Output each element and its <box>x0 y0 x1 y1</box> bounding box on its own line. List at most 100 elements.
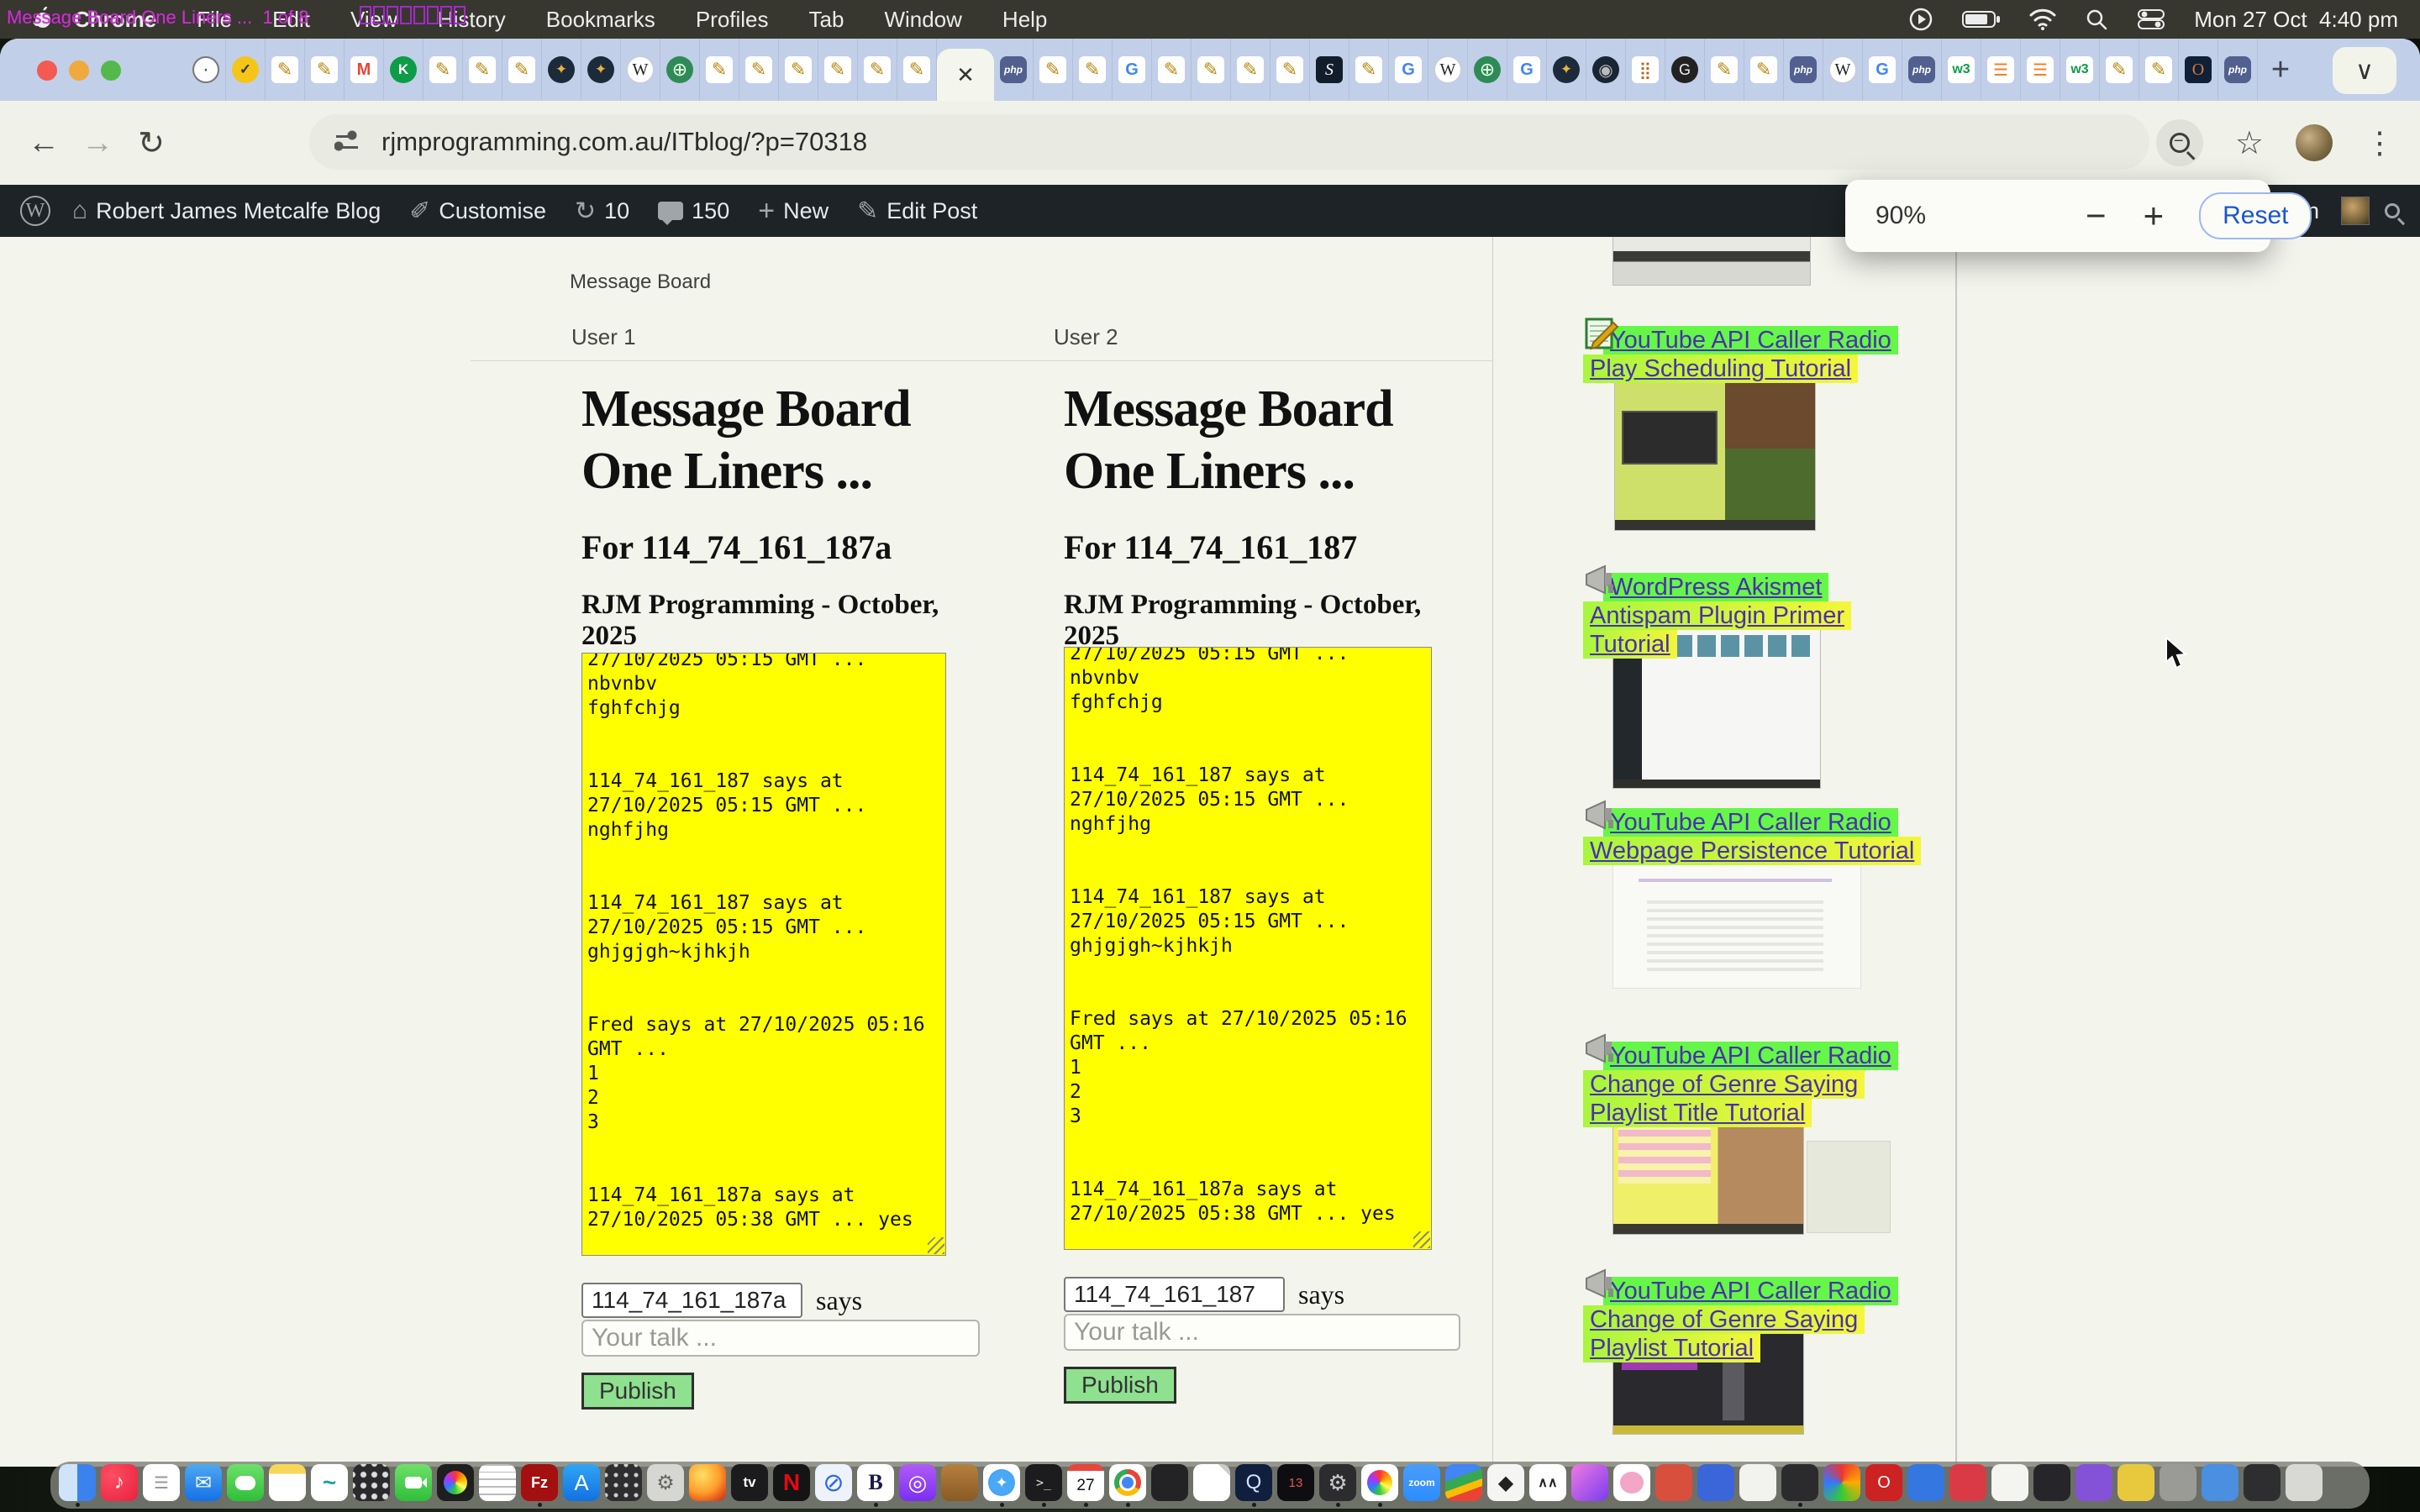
browser-tab[interactable] <box>1705 39 1744 101</box>
browser-tab[interactable] <box>1113 39 1152 101</box>
dock-app-tile[interactable] <box>227 1464 264 1501</box>
dock-app-tile[interactable] <box>1823 1464 1860 1501</box>
dock-app-tile[interactable] <box>2244 1464 2281 1501</box>
active-tab[interactable]: ✕ <box>937 49 994 101</box>
browser-tab[interactable] <box>1152 39 1192 101</box>
dock-app-tile[interactable] <box>185 1464 222 1501</box>
dock-app-tile[interactable] <box>1613 1464 1650 1501</box>
menu-bookmarks[interactable]: Bookmarks <box>546 7 655 33</box>
messages-textarea[interactable]: 27/10/2025 05:15 GMT ... nbvnbv fghfchjg… <box>581 653 946 1256</box>
browser-tab[interactable] <box>2179 39 2218 101</box>
dock-app-icon[interactable] <box>101 1464 138 1507</box>
site-settings-icon[interactable] <box>334 129 360 155</box>
dock-app-icon[interactable] <box>1823 1464 1860 1507</box>
browser-tab[interactable] <box>660 39 700 101</box>
browser-tab[interactable] <box>1981 39 2021 101</box>
dock-app-icon[interactable] <box>1739 1464 1776 1507</box>
dock-app-icon[interactable] <box>2244 1464 2281 1507</box>
dock-app-icon[interactable] <box>941 1464 978 1507</box>
zoom-indicator-button[interactable] <box>2156 119 2203 166</box>
menu-help[interactable]: Help <box>1002 7 1047 33</box>
tab-search-button[interactable]: ∨ <box>2333 47 2396 94</box>
talk-input[interactable] <box>1064 1314 1460 1351</box>
browser-tab[interactable] <box>1823 39 1863 101</box>
dock-app-tile[interactable] <box>521 1464 558 1501</box>
browser-tab[interactable] <box>463 39 502 101</box>
tutorial-link[interactable]: Playlist Title Tutorial <box>1583 1099 1812 1127</box>
dock-app-tile[interactable] <box>1571 1464 1608 1501</box>
browser-tab[interactable] <box>1310 39 1349 101</box>
dock-app-icon[interactable] <box>437 1464 474 1507</box>
browser-tab[interactable] <box>1744 39 1784 101</box>
dock-app-icon[interactable] <box>731 1464 768 1507</box>
browser-tab[interactable] <box>1468 39 1507 101</box>
dock-app-tile[interactable] <box>2033 1464 2070 1501</box>
dock-app-icon[interactable] <box>479 1464 516 1507</box>
dock-app-icon[interactable] <box>521 1464 558 1507</box>
dock-app-icon[interactable] <box>2118 1464 2154 1507</box>
dock-app-icon[interactable] <box>605 1464 642 1507</box>
dock-app-icon[interactable] <box>2075 1464 2112 1507</box>
dock-app-icon[interactable] <box>227 1464 264 1507</box>
dock-app-tile[interactable] <box>1109 1464 1146 1501</box>
customise-link[interactable]: Customise <box>439 198 546 224</box>
forward-button[interactable]: → <box>71 125 124 161</box>
dock-app-tile[interactable] <box>563 1464 600 1501</box>
menu-clock[interactable]: Mon 27 Oct 4:40 pm <box>2194 7 2398 33</box>
dock-app-tile[interactable] <box>605 1464 642 1501</box>
dock-app-icon[interactable] <box>1655 1464 1692 1507</box>
dock-app-icon[interactable] <box>311 1464 348 1507</box>
messages-textarea[interactable]: 27/10/2025 05:15 GMT ... nbvnbv fghfchjg… <box>1064 647 1432 1250</box>
dock-app-tile[interactable] <box>1025 1464 1062 1501</box>
browser-tab[interactable] <box>384 39 424 101</box>
browser-tab[interactable] <box>1784 39 1823 101</box>
dock-app-tile[interactable] <box>437 1464 474 1501</box>
tutorial-link[interactable]: Antispam Plugin Primer <box>1583 601 1851 630</box>
dock-app-tile[interactable] <box>143 1464 180 1501</box>
dock-app-tile[interactable] <box>731 1464 768 1501</box>
dock-app-tile[interactable] <box>1487 1464 1524 1501</box>
username-input[interactable] <box>581 1283 802 1318</box>
site-name-link[interactable]: Robert James Metcalfe Blog <box>96 198 381 224</box>
new-tab-button[interactable]: + <box>2258 39 2303 101</box>
dock-app-icon[interactable] <box>1865 1464 1902 1507</box>
admin-search-icon[interactable] <box>2385 203 2400 218</box>
dock-app-icon[interactable] <box>1319 1464 1356 1507</box>
address-bar[interactable]: rjmprogramming.com.au/ITblog/?p=70318 <box>309 114 2149 170</box>
edit-post-link[interactable]: Edit Post <box>886 198 977 224</box>
dock-app-icon[interactable] <box>1487 1464 1524 1507</box>
browser-tab[interactable] <box>1428 39 1468 101</box>
dock-app-icon[interactable] <box>1907 1464 1944 1507</box>
tutorial-thumbnail[interactable] <box>1614 381 1816 531</box>
url-text[interactable]: rjmprogramming.com.au/ITblog/?p=70318 <box>381 127 867 157</box>
browser-tab[interactable] <box>818 39 858 101</box>
tutorial-link[interactable]: Change of Genre Saying <box>1583 1070 1865 1099</box>
browser-tab[interactable] <box>1902 39 1942 101</box>
dock-app-tile[interactable] <box>353 1464 390 1501</box>
wifi-icon[interactable] <box>2029 8 2056 30</box>
dock-app-tile[interactable] <box>395 1464 432 1501</box>
browser-tab[interactable] <box>424 39 463 101</box>
dock-app-tile[interactable] <box>689 1464 726 1501</box>
dock-app-icon[interactable] <box>647 1464 684 1507</box>
dock-app-tile[interactable] <box>1529 1464 1566 1501</box>
browser-tab[interactable] <box>502 39 542 101</box>
tutorial-link[interactable]: Tutorial <box>1583 630 1677 659</box>
dock-app-tile[interactable] <box>1991 1464 2028 1501</box>
browser-tab[interactable] <box>581 39 621 101</box>
browser-tab[interactable] <box>994 39 1034 101</box>
dock-app-tile[interactable] <box>1949 1464 1986 1501</box>
tutorial-link[interactable]: YouTube API Caller Radio <box>1603 808 1898 837</box>
dock-app-tile[interactable] <box>1445 1464 1482 1501</box>
browser-tab[interactable] <box>1586 39 1626 101</box>
dock-app-tile[interactable] <box>1403 1464 1440 1501</box>
back-button[interactable]: ← <box>17 125 71 161</box>
dock-app-tile[interactable] <box>101 1464 138 1501</box>
dock-app-tile[interactable] <box>2286 1464 2323 1501</box>
browser-tab[interactable] <box>1942 39 1981 101</box>
dock-app-icon[interactable] <box>1277 1464 1314 1507</box>
dock-app-icon[interactable] <box>59 1464 96 1507</box>
browser-tab[interactable] <box>2218 39 2258 101</box>
updates-count[interactable]: 10 <box>604 198 629 224</box>
dock-app-tile[interactable] <box>59 1464 96 1501</box>
